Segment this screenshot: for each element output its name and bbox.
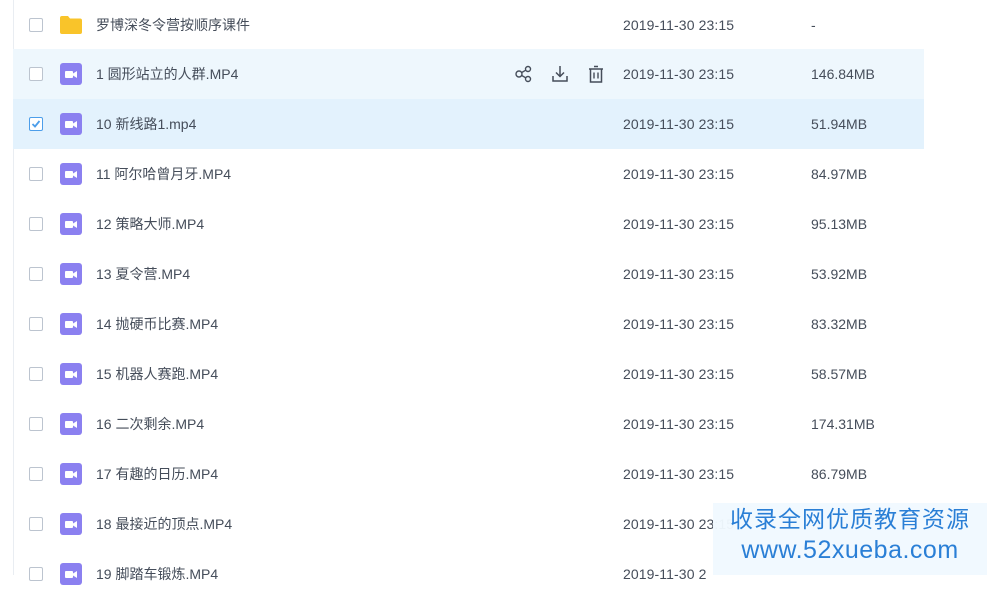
row-checkbox[interactable] (29, 167, 43, 181)
file-size: 174.31MB (811, 416, 875, 432)
modified-date: 2019-11-30 23:15 (623, 166, 735, 182)
video-file-icon (59, 363, 83, 385)
file-size: 86.79MB (811, 466, 868, 482)
file-name[interactable]: 罗博深冬令营按顺序课件 (96, 15, 250, 35)
row-checkbox[interactable] (29, 267, 43, 281)
video-file-icon (59, 263, 83, 285)
row-checkbox[interactable] (29, 417, 43, 431)
row-actions (513, 63, 621, 85)
file-name[interactable]: 17 有趣的日历.MP4 (96, 464, 218, 484)
watermark: 收录全网优质教育资源 www.52xueba.com (713, 503, 987, 575)
file-row[interactable]: 1 圆形站立的人群.MP4 2019-11-30 23:15 146.84MB (13, 49, 924, 99)
video-file-icon (59, 413, 83, 435)
video-file-icon (59, 63, 83, 85)
video-file-icon (59, 513, 83, 535)
file-size: 146.84MB (811, 66, 875, 82)
file-name[interactable]: 13 夏令营.MP4 (96, 264, 190, 284)
modified-date: 2019-11-30 23:15 (623, 366, 735, 382)
modified-date: 2019-11-30 23:15 (623, 316, 735, 332)
folder-icon (59, 14, 83, 36)
modified-date: 2019-11-30 2 (623, 566, 707, 582)
file-size: 95.13MB (811, 216, 868, 232)
file-row[interactable]: 14 抛硬币比赛.MP4 2019-11-30 23:15 83.32MB (13, 299, 924, 349)
delete-icon[interactable] (585, 63, 621, 85)
video-file-icon (59, 313, 83, 335)
file-name[interactable]: 15 机器人赛跑.MP4 (96, 364, 218, 384)
file-size: 84.97MB (811, 166, 868, 182)
row-checkbox[interactable] (29, 317, 43, 331)
file-name[interactable]: 12 策略大师.MP4 (96, 214, 204, 234)
modified-date: 2019-11-30 23:15 (623, 266, 735, 282)
row-checkbox[interactable] (29, 117, 43, 131)
checkmark-icon (31, 120, 41, 128)
file-row[interactable]: 12 策略大师.MP4 2019-11-30 23:15 95.13MB (13, 199, 924, 249)
modified-date: 2019-11-30 23:15 (623, 416, 735, 432)
video-file-icon (59, 213, 83, 235)
row-checkbox[interactable] (29, 67, 43, 81)
modified-date: 2019-11-30 23:15 (623, 16, 735, 33)
file-row[interactable]: 10 新线路1.mp4 2019-11-30 23:15 51.94MB (13, 99, 924, 149)
file-size: 58.57MB (811, 366, 868, 382)
watermark-url: www.52xueba.com (741, 536, 959, 564)
file-size: - (811, 16, 816, 33)
video-file-icon (59, 563, 83, 585)
file-row[interactable]: 11 阿尔哈曾月牙.MP4 2019-11-30 23:15 84.97MB (13, 149, 924, 199)
modified-date: 2019-11-30 23:15 (623, 216, 735, 232)
folder-row[interactable]: 罗博深冬令营按顺序课件 2019-11-30 23:15 - (13, 0, 924, 49)
file-size: 53.92MB (811, 266, 868, 282)
row-checkbox[interactable] (29, 217, 43, 231)
file-name[interactable]: 19 脚踏车锻炼.MP4 (96, 564, 218, 584)
file-name[interactable]: 18 最接近的顶点.MP4 (96, 514, 232, 534)
file-row[interactable]: 13 夏令营.MP4 2019-11-30 23:15 53.92MB (13, 249, 924, 299)
row-checkbox[interactable] (29, 467, 43, 481)
row-checkbox[interactable] (29, 567, 43, 581)
download-icon[interactable] (549, 63, 585, 85)
row-checkbox[interactable] (29, 367, 43, 381)
row-checkbox[interactable] (29, 17, 43, 32)
file-row[interactable]: 16 二次剩余.MP4 2019-11-30 23:15 174.31MB (13, 399, 924, 449)
row-checkbox[interactable] (29, 517, 43, 531)
share-icon[interactable] (513, 63, 549, 85)
file-row[interactable]: 17 有趣的日历.MP4 2019-11-30 23:15 86.79MB (13, 449, 924, 499)
file-name[interactable]: 11 阿尔哈曾月牙.MP4 (96, 164, 231, 184)
modified-date: 2019-11-30 23:15 (623, 466, 735, 482)
file-size: 83.32MB (811, 316, 868, 332)
file-name[interactable]: 10 新线路1.mp4 (96, 114, 196, 134)
video-file-icon (59, 163, 83, 185)
modified-date: 2019-11-30 23:15 (623, 66, 735, 82)
file-size: 51.94MB (811, 116, 868, 132)
video-file-icon (59, 463, 83, 485)
file-name[interactable]: 1 圆形站立的人群.MP4 (96, 64, 238, 84)
video-file-icon (59, 113, 83, 135)
watermark-slogan: 收录全网优质教育资源 (730, 506, 970, 532)
file-name[interactable]: 16 二次剩余.MP4 (96, 414, 204, 434)
file-name[interactable]: 14 抛硬币比赛.MP4 (96, 314, 218, 334)
file-row[interactable]: 15 机器人赛跑.MP4 2019-11-30 23:15 58.57MB (13, 349, 924, 399)
modified-date: 2019-11-30 23:15 (623, 116, 735, 132)
